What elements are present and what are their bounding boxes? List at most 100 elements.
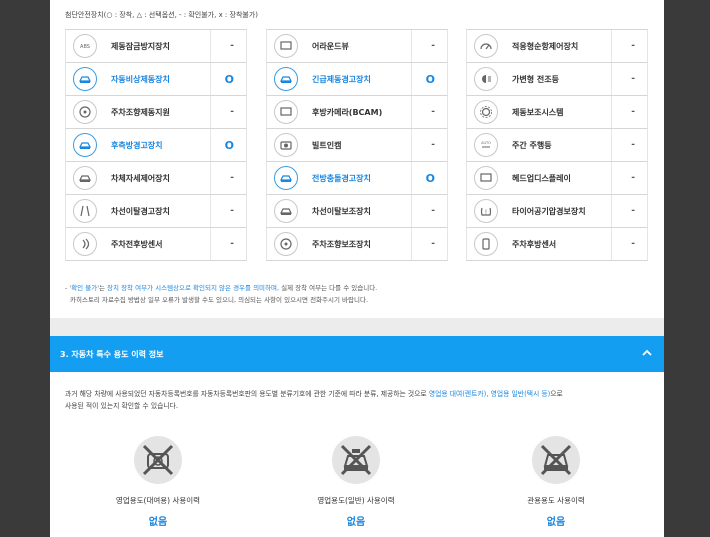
cell-divider	[210, 30, 211, 62]
feature-value: -	[631, 41, 635, 51]
notes: - '확인 불가'는 장치 장착 여부가 시스템상으로 확인되지 않은 경우를 …	[65, 282, 377, 306]
cell-divider	[611, 30, 612, 62]
safety-feature-row: 차체자세제어장치 -	[65, 162, 247, 195]
history-label: 영업용도(일반) 사용이력	[317, 496, 395, 505]
adaptive-headlight-icon	[474, 67, 498, 91]
emergency-brake-icon	[73, 67, 97, 91]
cell-divider	[411, 228, 412, 260]
note-blue: 장치 장착 여부가 시스템상으로 확인되지 않은 경우를 의미하며,	[107, 284, 280, 292]
safety-feature-row: 자동비상제동장치 O	[65, 63, 247, 96]
safety-feature-row: ! 타이어공기압경보장치 -	[466, 195, 648, 228]
feature-label: 제동보조시스템	[512, 107, 564, 117]
svg-text:!: !	[485, 209, 487, 216]
feature-label: 타이어공기압경보장치	[512, 206, 586, 216]
stability-control-icon	[73, 166, 97, 190]
rental-use-history: 영업용도(대여용) 사용이력 없음	[98, 436, 218, 528]
feature-label: 주차조향제동지원	[111, 107, 170, 117]
cell-divider	[411, 195, 412, 227]
cell-divider	[411, 162, 412, 194]
feature-value: -	[230, 41, 234, 51]
cell-divider	[411, 30, 412, 62]
safety-feature-row: 긴급제동경고장치 O	[266, 63, 448, 96]
rear-camera-icon	[274, 100, 298, 124]
rear-parking-sensor-icon	[474, 232, 498, 256]
forward-collision-icon	[274, 166, 298, 190]
history-result: 없음	[148, 517, 168, 528]
cell-divider	[210, 96, 211, 128]
safety-feature-row: 어라운드뷰 -	[266, 30, 448, 63]
safety-feature-row: 후측방경고장치 O	[65, 129, 247, 162]
feature-value: -	[431, 239, 435, 249]
feature-label: 주차전후방센서	[111, 239, 163, 249]
rear-side-warning-icon	[73, 133, 97, 157]
desc-before: 과거 해당 차량에 사용되었던 자동차등록번호를 자동차등록번호판의 용도별 분…	[65, 390, 429, 398]
cell-divider	[611, 228, 612, 260]
abs-icon: ABS	[73, 34, 97, 58]
safety-feature-row: 전방충돌경고장치 O	[266, 162, 448, 195]
safety-feature-row: 주차전후방센서 -	[65, 228, 247, 261]
svg-text:AUTO: AUTO	[481, 141, 491, 145]
feature-label: 가변형 전조등	[512, 74, 559, 84]
feature-label: 헤드업디스플레이	[512, 173, 571, 183]
feature-label: 후방카메라(BCAM)	[312, 107, 383, 117]
feature-value: -	[230, 206, 234, 216]
note-mid: '는	[97, 284, 108, 292]
cell-divider	[210, 63, 211, 95]
feature-value: -	[631, 173, 635, 183]
feature-value: O	[425, 72, 435, 86]
cell-divider	[411, 63, 412, 95]
cell-divider	[611, 63, 612, 95]
government-use-history: 관용용도 사용이력 없음	[496, 436, 616, 528]
park-assist-icon	[274, 232, 298, 256]
chevron-up-icon[interactable]	[640, 346, 654, 360]
feature-label: 주간 주행등	[512, 140, 552, 150]
history-result: 없음	[546, 517, 566, 528]
feature-label: 차선이탈경고장치	[111, 206, 170, 216]
feature-value: -	[230, 107, 234, 117]
section-divider	[50, 318, 664, 336]
cell-divider	[210, 129, 211, 161]
feature-value: -	[631, 140, 635, 150]
safety-feature-row: 차선이탈보조장치 -	[266, 195, 448, 228]
feature-value: O	[224, 72, 234, 86]
cell-divider	[210, 195, 211, 227]
note-suffix: 실제 장착 여부는 다를 수 있습니다.	[279, 284, 378, 292]
government-car-icon	[532, 436, 580, 484]
safety-feature-row: 빌트인캠 -	[266, 129, 448, 162]
around-view-icon	[274, 34, 298, 58]
lane-keep-assist-icon	[274, 199, 298, 223]
safety-feature-row: 적응형순항제어장치 -	[466, 30, 648, 63]
safety-feature-column: ABS 제동잠금방지장치 - 자동비상제동장치 O 주차조향제동지원 - 후측방경고장치 O 차체…	[65, 29, 247, 261]
safety-feature-row: 주차후방센서 -	[466, 228, 648, 261]
feature-value: -	[631, 74, 635, 84]
cell-divider	[611, 129, 612, 161]
lane-departure-warning-icon	[73, 199, 97, 223]
feature-value: -	[431, 206, 435, 216]
cell-divider	[411, 96, 412, 128]
cell-divider	[210, 162, 211, 194]
safety-feature-row: 가변형 전조등 -	[466, 63, 648, 96]
special-use-section-header[interactable]: 3. 자동차 특수 용도 이력 정보	[50, 336, 664, 372]
rental-car-icon	[134, 436, 182, 484]
feature-value: -	[631, 206, 635, 216]
special-use-description: 과거 해당 차량에 사용되었던 자동차등록번호를 자동차등록번호판의 용도별 분…	[65, 388, 645, 412]
parking-sensor-icon	[73, 232, 97, 256]
feature-label: 차선이탈보조장치	[312, 206, 371, 216]
feature-value: O	[425, 171, 435, 185]
business-use-history: 영업용도(일반) 사용이력 없음	[296, 436, 416, 528]
taxi-icon	[332, 436, 380, 484]
feature-value: -	[431, 41, 435, 51]
safety-feature-column: 적응형순항제어장치 - 가변형 전조등 - 제동보조시스템 - AUTO 주간 주행등 - 헤드업…	[466, 29, 648, 261]
builtin-cam-icon	[274, 133, 298, 157]
report-page: 첨단안전장치(○ : 장착, △ : 선택옵션, - : 확인불가, x : 장…	[50, 0, 664, 537]
feature-value: -	[631, 239, 635, 249]
feature-value: -	[230, 239, 234, 249]
feature-label: 후측방경고장치	[111, 140, 163, 150]
desc-after: 으로	[550, 390, 563, 398]
feature-value: -	[431, 107, 435, 117]
feature-label: 긴급제동경고장치	[312, 74, 371, 84]
safety-feature-row: 헤드업디스플레이 -	[466, 162, 648, 195]
safety-feature-row: 주차조향제동지원 -	[65, 96, 247, 129]
safety-feature-row: 후방카메라(BCAM) -	[266, 96, 448, 129]
cell-divider	[210, 228, 211, 260]
